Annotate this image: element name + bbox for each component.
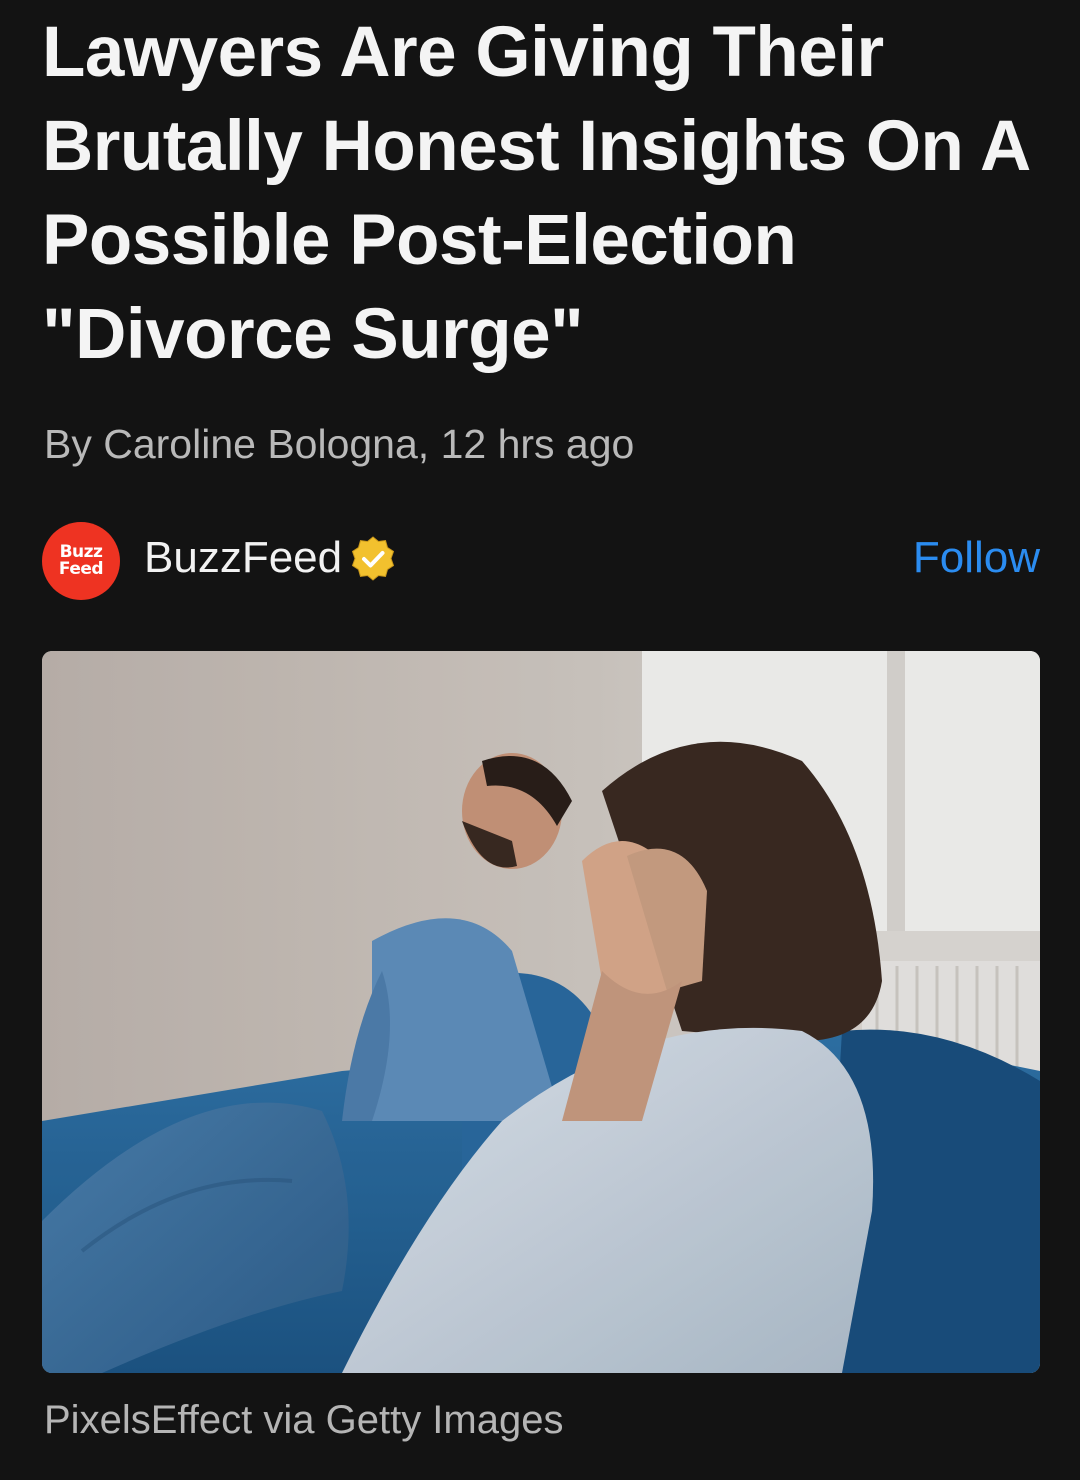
article-hero-image[interactable] — [42, 651, 1040, 1373]
follow-button[interactable]: Follow — [913, 528, 1040, 588]
article-byline: By Caroline Bologna, 12 hrs ago — [44, 421, 635, 467]
article-card: Lawyers Are Giving Their Brutally Honest… — [0, 0, 1080, 1480]
verified-badge-icon — [351, 536, 395, 581]
publisher-logo-text: Buzz Feed — [58, 542, 104, 579]
publisher-logo[interactable]: Buzz Feed — [42, 522, 120, 600]
hero-photo — [42, 651, 1040, 1373]
publisher-row: Buzz Feed BuzzFeed Follow — [42, 520, 1040, 600]
publisher-name[interactable]: BuzzFeed — [144, 530, 342, 586]
image-caption: PixelsEffect via Getty Images — [44, 1398, 564, 1442]
article-headline[interactable]: Lawyers Are Giving Their Brutally Honest… — [42, 6, 1052, 382]
